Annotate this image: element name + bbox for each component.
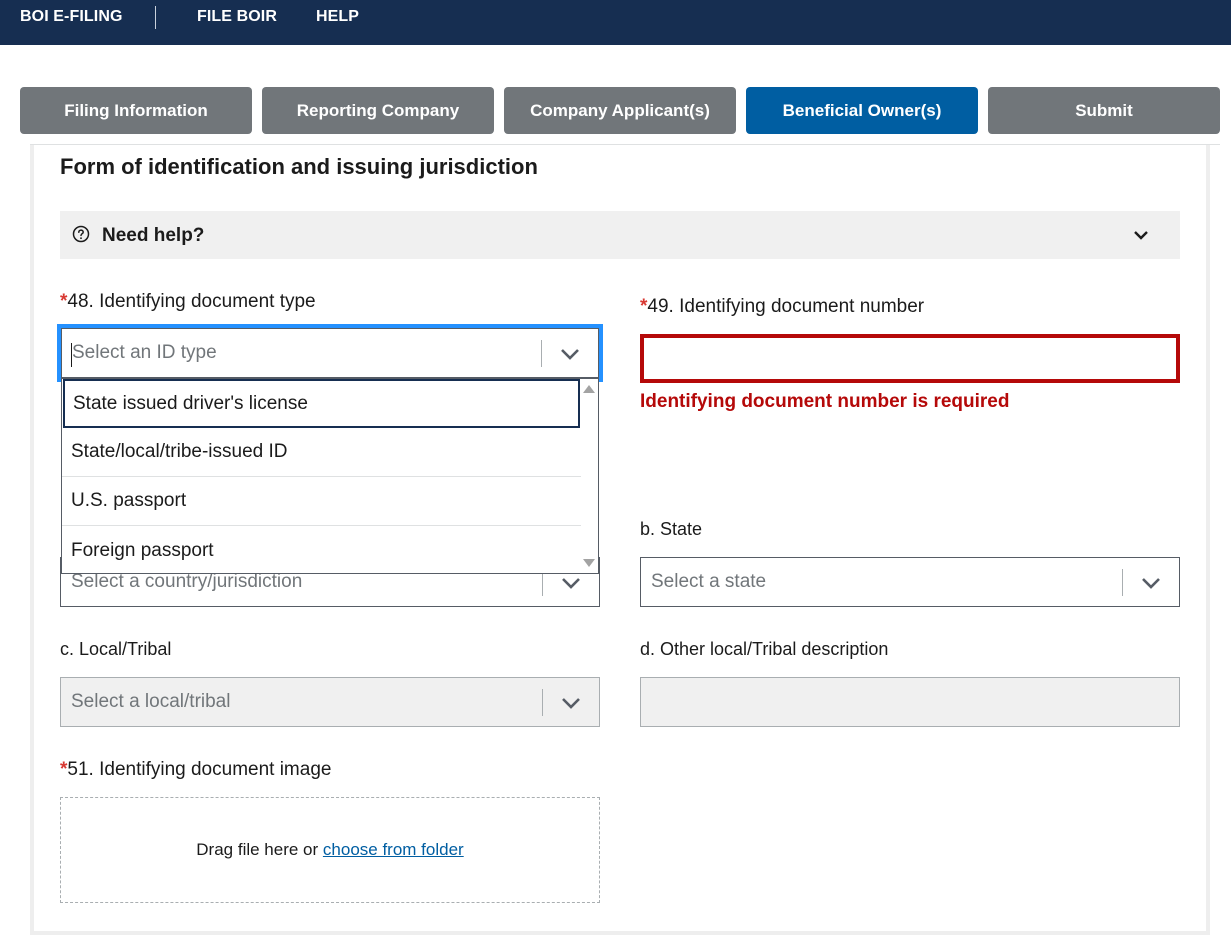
country-placeholder: Select a country/jurisdiction — [71, 571, 303, 592]
chevron-down-icon — [1134, 231, 1148, 240]
nav-item-file-boir[interactable]: FILE BOIR — [197, 8, 277, 26]
local-tribal-placeholder: Select a local/tribal — [71, 691, 231, 712]
doc-type-select[interactable]: Select an ID type — [61, 328, 599, 378]
step-submit[interactable]: Submit — [988, 87, 1220, 134]
option-state-local-tribe-id[interactable]: State/local/tribe-issued ID — [62, 428, 581, 477]
nav-item-help[interactable]: HELP — [316, 8, 359, 26]
doc-type-label-text: 48. Identifying document type — [67, 291, 316, 312]
other-local-label: d. Other local/Tribal description — [640, 639, 889, 659]
doc-type-placeholder: Select an ID type — [72, 342, 217, 363]
option-us-passport[interactable]: U.S. passport — [62, 477, 581, 526]
select-separator — [542, 689, 543, 716]
top-nav: BOI E-FILING FILE BOIR HELP — [0, 0, 1231, 45]
doc-number-label: *49. Identifying document number — [640, 296, 924, 318]
option-foreign-passport[interactable]: Foreign passport — [62, 526, 581, 573]
doc-number-error: Identifying document number is required — [640, 391, 1010, 412]
need-help-label: Need help? — [102, 225, 205, 246]
state-label: b. State — [640, 519, 703, 539]
select-separator — [541, 340, 542, 367]
file-dropzone[interactable]: Drag file here or choose from folder — [60, 797, 600, 903]
step-beneficial-owners[interactable]: Beneficial Owner(s) — [746, 87, 978, 134]
doc-image-label-text: 51. Identifying document image — [67, 759, 332, 780]
chevron-down-icon[interactable] — [561, 576, 581, 590]
section-title: Form of identification and issuing juris… — [60, 154, 538, 179]
chevron-down-icon — [562, 698, 580, 709]
doc-image-label: *51. Identifying document image — [60, 759, 331, 781]
step-company-applicants[interactable]: Company Applicant(s) — [504, 87, 736, 134]
doc-type-dropdown-list: State issued driver's license State/loca… — [61, 378, 599, 574]
doc-type-label: *48. Identifying document type — [60, 291, 316, 313]
chevron-down-icon[interactable] — [1141, 576, 1161, 590]
doc-number-label-text: 49. Identifying document number — [647, 296, 925, 317]
nav-brand[interactable]: BOI E-FILING — [20, 8, 123, 26]
text-caret — [71, 343, 72, 367]
option-state-drivers-license[interactable]: State issued driver's license — [63, 379, 580, 428]
help-circle-icon — [72, 225, 90, 243]
chevron-down-icon[interactable] — [560, 347, 580, 361]
need-help-accordion[interactable]: Need help? — [60, 211, 1180, 259]
dropzone-instructions: Drag file here or choose from folder — [61, 840, 599, 860]
local-tribal-label: c. Local/Tribal — [60, 639, 172, 659]
doc-number-input[interactable] — [640, 334, 1180, 383]
dropzone-text: Drag file here or — [196, 840, 323, 859]
scroll-up-arrow-icon[interactable] — [583, 385, 595, 393]
nav-divider — [155, 6, 156, 29]
state-select[interactable]: Select a state — [640, 557, 1180, 607]
select-separator — [1122, 569, 1123, 596]
other-local-input[interactable] — [640, 677, 1180, 727]
state-placeholder: Select a state — [651, 571, 767, 592]
local-tribal-select[interactable]: Select a local/tribal — [60, 677, 600, 727]
dropdown-scrollbar[interactable] — [581, 379, 598, 573]
step-reporting-company[interactable]: Reporting Company — [262, 87, 494, 134]
choose-from-folder-link[interactable]: choose from folder — [323, 840, 464, 859]
scroll-down-arrow-icon[interactable] — [583, 559, 595, 567]
step-filing-information[interactable]: Filing Information — [20, 87, 252, 134]
